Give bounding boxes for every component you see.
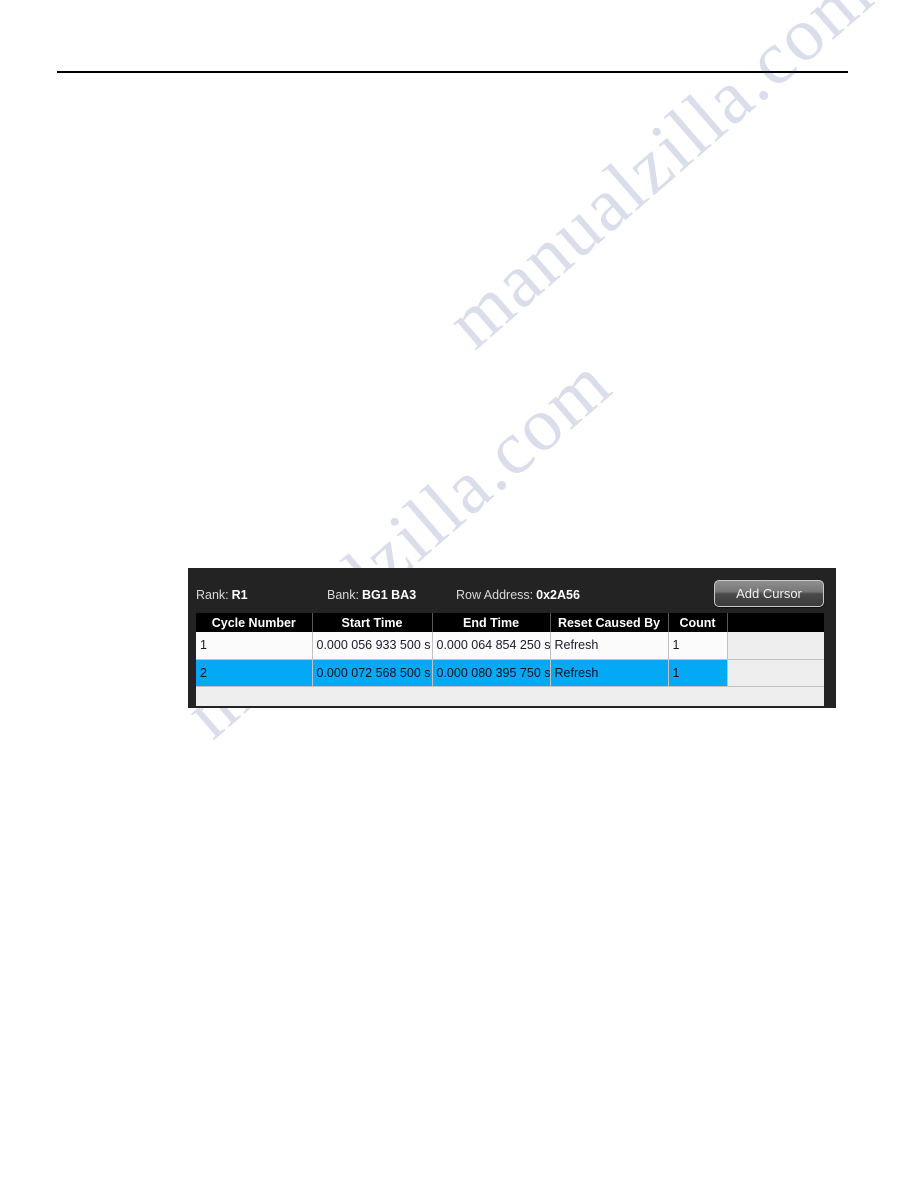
page-header-rule (57, 71, 848, 73)
rank-value: R1 (231, 588, 248, 602)
table-cell[interactable] (727, 659, 824, 687)
row-address-label: Row Address: (456, 588, 534, 602)
table-cell[interactable]: 0.000 080 395 750 s (432, 659, 551, 687)
table-empty-area (196, 686, 824, 706)
column-header-start-time[interactable]: Start Time (312, 613, 433, 632)
table-cell[interactable]: 1 (668, 632, 728, 660)
add-cursor-button[interactable]: Add Cursor (714, 580, 824, 607)
table-empty-cell (196, 686, 824, 706)
bank-field: Bank: BG1 BA3 (327, 588, 416, 602)
column-header-cycle-number[interactable]: Cycle Number (196, 613, 313, 632)
table-header-row: Cycle Number Start Time End Time Reset Caus… (196, 613, 824, 632)
table-cell[interactable]: 1 (196, 632, 313, 660)
column-header-reset-caused-by[interactable]: Reset Caused By (550, 613, 669, 632)
column-header-end-time[interactable]: End Time (432, 613, 551, 632)
column-header-blank[interactable] (727, 613, 824, 632)
bank-value: BG1 BA3 (361, 588, 417, 602)
table-row[interactable]: 2 0.000 072 568 500 s 0.000 080 395 750 sR… (196, 659, 824, 687)
table-cell[interactable]: 0.000 056 933 500 s (312, 632, 433, 660)
bank-label: Bank: (327, 588, 359, 602)
column-header-count[interactable]: Count (668, 613, 728, 632)
watermark-line-1: manualzilla.com (430, 0, 890, 365)
table-row[interactable]: 1 0.000 056 933 500 s 0.000 064 854 250 sR… (196, 632, 824, 660)
table-cell[interactable]: 2 (196, 659, 313, 687)
table-body: 1 0.000 056 933 500 s 0.000 064 854 250 sR… (196, 632, 824, 706)
dram-cycle-panel: Rank: R1 Bank: BG1 BA3 Row Address: 0x2A56 … (188, 568, 836, 708)
table-cell[interactable] (727, 632, 824, 660)
table-cell[interactable]: 0.000 064 854 250 s (432, 632, 551, 660)
table-cell[interactable]: 0.000 072 568 500 s (312, 659, 433, 687)
table-cell[interactable]: Refresh (550, 659, 669, 687)
rank-label: Rank: (196, 588, 229, 602)
row-address-field: Row Address: 0x2A56 (456, 588, 580, 602)
rank-field: Rank: R1 (196, 588, 248, 602)
row-address-value: 0x2A56 (536, 588, 580, 602)
table-cell[interactable]: Refresh (550, 632, 669, 660)
cycle-table: Cycle Number Start Time End Time Reset Caus… (196, 613, 824, 706)
table-cell[interactable]: 1 (668, 659, 728, 687)
